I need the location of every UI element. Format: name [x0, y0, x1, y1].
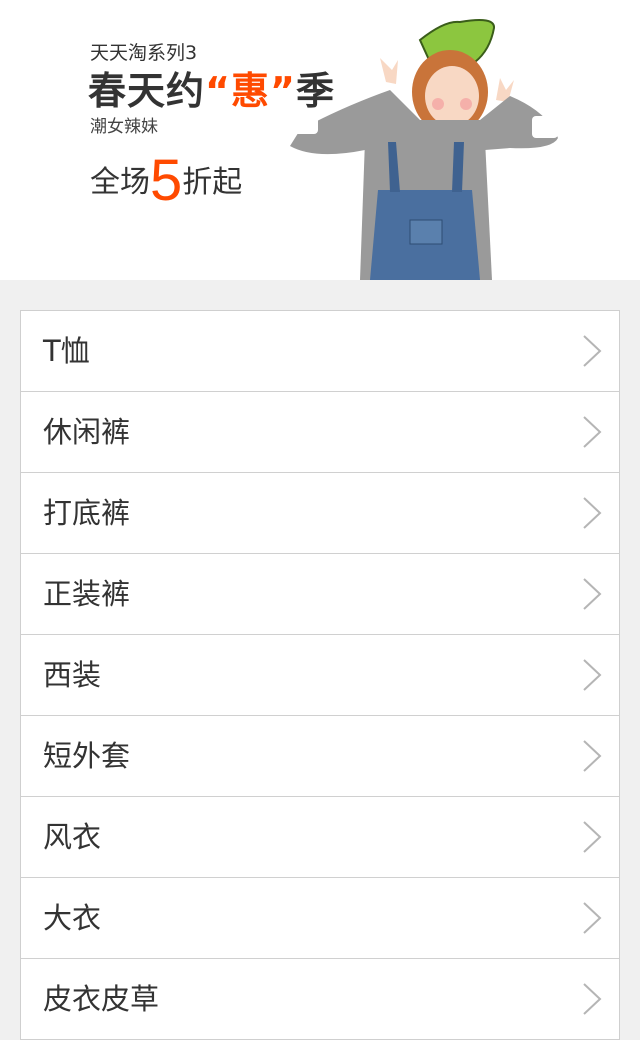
promo-number: 5 [150, 148, 183, 213]
category-row[interactable]: 大衣 [21, 878, 619, 959]
category-row[interactable]: 西装 [21, 635, 619, 716]
category-label: 大衣 [43, 901, 102, 935]
category-list: T恤 休闲裤 打底裤 正装裤 西装 短外套 风衣 大衣 皮衣皮草 [20, 310, 620, 1040]
category-row[interactable]: 打底裤 [21, 473, 619, 554]
chevron-right-icon [583, 821, 602, 853]
category-label: 风衣 [43, 820, 102, 854]
category-row[interactable]: 风衣 [21, 797, 619, 878]
chevron-right-icon [583, 335, 602, 367]
chevron-right-icon [583, 497, 602, 529]
chevron-right-icon [583, 416, 602, 448]
chevron-right-icon [583, 983, 602, 1015]
category-label: 短外套 [43, 739, 131, 773]
category-row[interactable]: 正装裤 [21, 554, 619, 635]
chevron-right-icon [583, 740, 602, 772]
category-label: 打底裤 [43, 496, 131, 530]
category-row[interactable]: 短外套 [21, 716, 619, 797]
category-row[interactable]: 休闲裤 [21, 392, 619, 473]
category-label: 休闲裤 [43, 415, 131, 449]
category-label: T恤 [43, 334, 90, 368]
chevron-right-icon [583, 578, 602, 610]
promo-post: 折起 [182, 165, 243, 200]
chevron-right-icon [583, 659, 602, 691]
banner-tagline: 潮女辣妹 [90, 117, 158, 137]
category-label: 正装裤 [43, 577, 131, 611]
category-label: 西装 [43, 658, 102, 692]
promo-pre: 全场 [90, 165, 150, 200]
category-row[interactable]: T恤 [21, 311, 619, 392]
promo-banner[interactable]: 天天淘系列3 春天约“惠”季 潮女辣妹 全场5折起 [0, 0, 640, 280]
headline-pre: 春天约 [88, 69, 206, 113]
banner-promo: 全场5折起 [90, 152, 242, 210]
category-label: 皮衣皮草 [43, 982, 160, 1016]
category-row[interactable]: 皮衣皮草 [21, 959, 619, 1039]
chevron-right-icon [583, 902, 602, 934]
model-photo [290, 19, 558, 280]
